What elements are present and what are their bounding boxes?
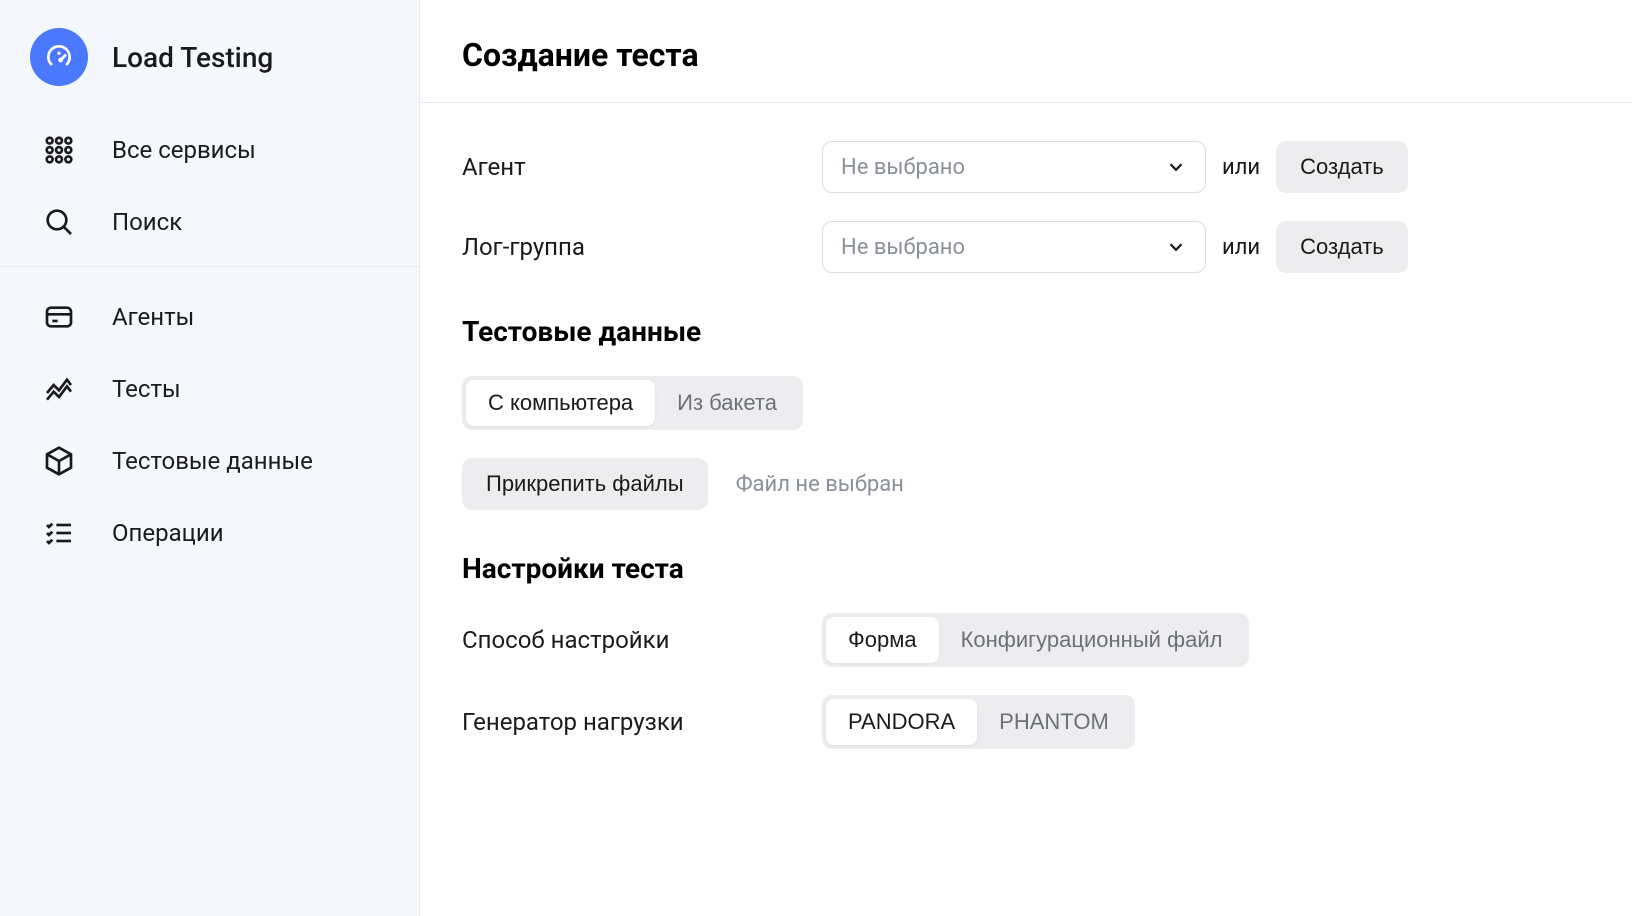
config-method-segmented: Форма Конфигурационный файл — [822, 613, 1249, 667]
divider — [420, 102, 1632, 103]
page-title: Создание теста — [462, 36, 1582, 74]
sidebar-item-label: Все сервисы — [112, 136, 256, 164]
tab-from-computer[interactable]: С компьютера — [466, 380, 655, 426]
agent-row: Агент Не выбрано или Создать — [462, 141, 1582, 193]
card-icon — [30, 297, 88, 337]
test-data-header: Тестовые данные — [462, 315, 1582, 348]
select-placeholder: Не выбрано — [841, 155, 965, 180]
sidebar-item-agents[interactable]: Агенты — [0, 281, 419, 353]
log-group-select[interactable]: Не выбрано — [822, 221, 1206, 273]
box-icon — [30, 441, 88, 481]
agent-label: Агент — [462, 153, 822, 181]
sidebar-all-services[interactable]: Все сервисы — [0, 114, 419, 186]
sidebar-item-label: Агенты — [112, 303, 194, 331]
chevron-down-icon — [1165, 156, 1187, 178]
generator-row: Генератор нагрузки PANDORA PHANTOM — [462, 695, 1582, 749]
sidebar-item-label: Поиск — [112, 208, 182, 236]
search-icon — [30, 202, 88, 242]
sidebar-item-test-data[interactable]: Тестовые данные — [0, 425, 419, 497]
chart-icon — [30, 369, 88, 409]
sidebar-item-tests[interactable]: Тесты — [0, 353, 419, 425]
tab-from-bucket[interactable]: Из бакета — [655, 380, 799, 426]
generator-label: Генератор нагрузки — [462, 708, 822, 736]
method-config-file[interactable]: Конфигурационный файл — [939, 617, 1245, 663]
gauge-icon — [30, 28, 88, 86]
sidebar-item-operations[interactable]: Операции — [0, 497, 419, 569]
sidebar-item-label: Тестовые данные — [112, 447, 313, 475]
attach-files-button[interactable]: Прикрепить файлы — [462, 458, 708, 510]
sidebar-search[interactable]: Поиск — [0, 186, 419, 258]
data-source-segmented: С компьютера Из бакета — [462, 376, 803, 430]
log-group-label: Лог-группа — [462, 233, 822, 261]
settings-header: Настройки теста — [462, 552, 1582, 585]
config-method-label: Способ настройки — [462, 626, 822, 654]
create-log-group-button[interactable]: Создать — [1276, 221, 1408, 273]
generator-phantom[interactable]: PHANTOM — [977, 699, 1131, 745]
sidebar: Load Testing Все сервисы Поиск Агенты Те… — [0, 0, 420, 916]
file-status-text: Файл не выбран — [736, 472, 904, 497]
log-group-row: Лог-группа Не выбрано или Создать — [462, 221, 1582, 273]
or-text: или — [1222, 235, 1260, 260]
chevron-down-icon — [1165, 236, 1187, 258]
sidebar-brand[interactable]: Load Testing — [0, 0, 419, 114]
generator-pandora[interactable]: PANDORA — [826, 699, 977, 745]
or-text: или — [1222, 155, 1260, 180]
sidebar-item-label: Операции — [112, 519, 224, 547]
method-form[interactable]: Форма — [826, 617, 939, 663]
select-placeholder: Не выбрано — [841, 235, 965, 260]
grid-icon — [30, 130, 88, 170]
create-agent-button[interactable]: Создать — [1276, 141, 1408, 193]
config-method-row: Способ настройки Форма Конфигурационный … — [462, 613, 1582, 667]
generator-segmented: PANDORA PHANTOM — [822, 695, 1135, 749]
main-content: Создание теста Агент Не выбрано или Созд… — [420, 0, 1632, 916]
agent-select[interactable]: Не выбрано — [822, 141, 1206, 193]
divider — [0, 266, 419, 267]
sidebar-item-label: Тесты — [112, 375, 181, 403]
list-check-icon — [30, 513, 88, 553]
sidebar-brand-label: Load Testing — [112, 41, 273, 74]
